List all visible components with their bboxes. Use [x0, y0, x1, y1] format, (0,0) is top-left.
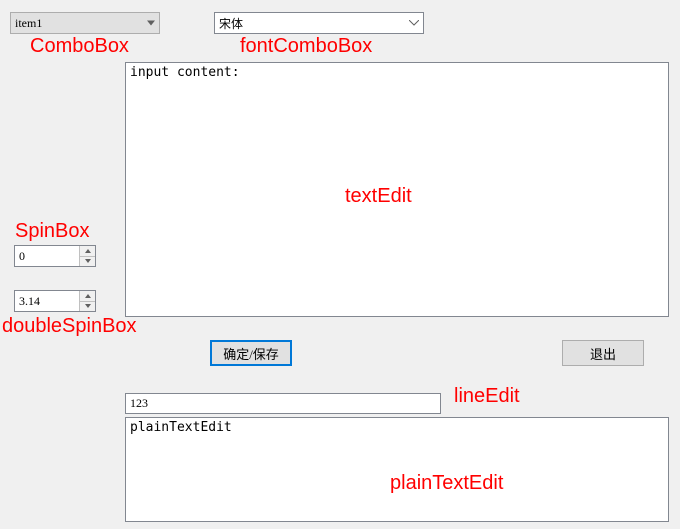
plain-text-edit[interactable]: plainTextEdit: [125, 417, 669, 522]
exit-label: 退出: [590, 344, 616, 363]
spin-up-icon[interactable]: [80, 246, 95, 257]
font-combobox-value: 宋体: [219, 15, 243, 32]
chevron-down-icon: [147, 21, 155, 26]
annotation-combobox: ComboBox: [30, 35, 129, 58]
annotation-fontcombobox: fontComboBox: [240, 35, 372, 58]
text-edit[interactable]: input content:: [125, 62, 669, 317]
double-spin-box-value: 3.14: [15, 291, 79, 311]
line-edit-value: 123: [130, 396, 148, 411]
double-spin-box[interactable]: 3.14: [14, 290, 96, 312]
main-combobox-value: item1: [15, 16, 42, 31]
spin-up-icon[interactable]: [80, 291, 95, 302]
confirm-save-label: 确定/保存: [223, 344, 279, 363]
annotation-doublespinbox: doubleSpinBox: [2, 315, 137, 338]
spin-down-icon[interactable]: [80, 257, 95, 267]
chevron-down-icon: [409, 20, 419, 26]
font-combobox[interactable]: 宋体: [214, 12, 424, 34]
spin-down-icon[interactable]: [80, 302, 95, 312]
main-combobox[interactable]: item1: [10, 12, 160, 34]
line-edit[interactable]: 123: [125, 393, 441, 414]
exit-button[interactable]: 退出: [562, 340, 644, 366]
annotation-spinbox: SpinBox: [15, 220, 90, 243]
spin-box[interactable]: 0: [14, 245, 96, 267]
plain-text-edit-content: plainTextEdit: [130, 420, 232, 435]
text-edit-content: input content:: [130, 65, 240, 80]
confirm-save-button[interactable]: 确定/保存: [210, 340, 292, 366]
spin-box-value: 0: [15, 246, 79, 266]
annotation-lineedit: lineEdit: [454, 385, 520, 408]
